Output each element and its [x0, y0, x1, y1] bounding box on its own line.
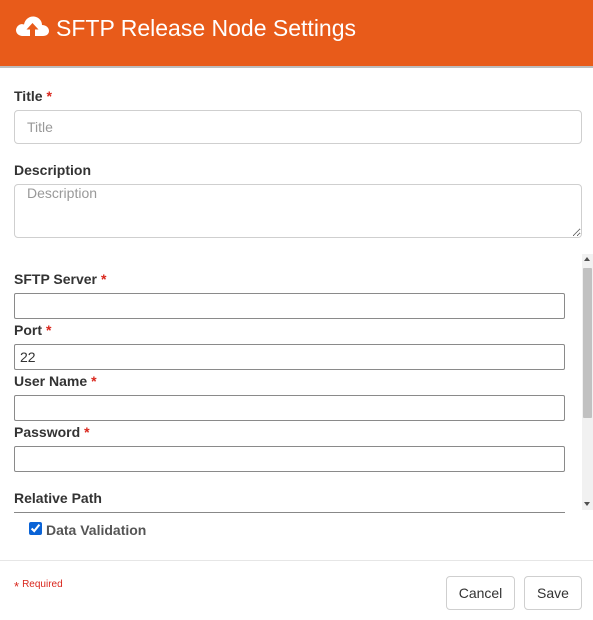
- title-label: Title *: [14, 88, 52, 104]
- required-note: * Required: [14, 579, 63, 594]
- description-textarea[interactable]: [14, 184, 582, 238]
- dialog-header: SFTP Release Node Settings: [0, 0, 593, 68]
- required-asterisk: *: [14, 579, 20, 594]
- save-button[interactable]: Save: [524, 576, 582, 610]
- user-name-label: User Name *: [14, 373, 97, 389]
- scroll-up-arrow-icon[interactable]: [584, 257, 590, 261]
- required-asterisk: *: [91, 373, 97, 389]
- dialog-title: SFTP Release Node Settings: [56, 15, 357, 41]
- required-asterisk: *: [84, 424, 90, 440]
- description-label: Description: [14, 162, 92, 178]
- data-validation-label[interactable]: Data Validation: [46, 522, 146, 538]
- footer-divider: [0, 560, 593, 561]
- port-input[interactable]: [14, 344, 565, 370]
- title-input[interactable]: [14, 110, 582, 144]
- port-label: Port *: [14, 322, 52, 338]
- required-asterisk: *: [46, 88, 52, 104]
- relative-path-field[interactable]: [14, 512, 565, 513]
- sftp-server-label: SFTP Server *: [14, 271, 107, 287]
- user-name-input[interactable]: [14, 395, 565, 421]
- relative-path-label: Relative Path: [14, 490, 102, 506]
- sftp-server-input[interactable]: [14, 293, 565, 319]
- scrollbar-thumb[interactable]: [583, 268, 592, 418]
- required-asterisk: *: [46, 322, 52, 338]
- data-validation-checkbox[interactable]: [29, 522, 42, 535]
- scroll-down-arrow-icon[interactable]: [584, 502, 590, 506]
- required-asterisk: *: [101, 271, 107, 287]
- cancel-button[interactable]: Cancel: [446, 576, 515, 610]
- cloud-upload-icon: [14, 12, 50, 47]
- password-label: Password *: [14, 424, 90, 440]
- password-input[interactable]: [14, 446, 565, 472]
